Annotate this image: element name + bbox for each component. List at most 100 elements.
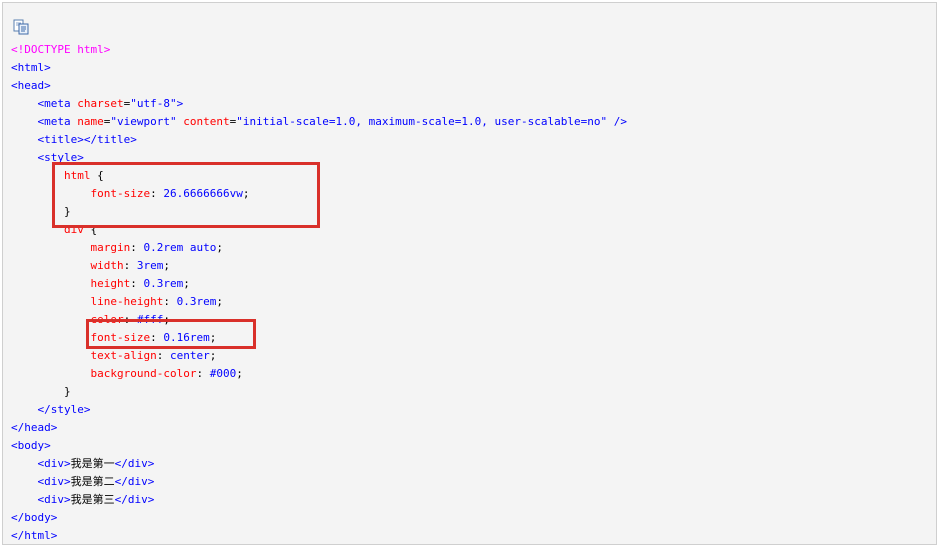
code-token: 我是第三 (70, 493, 115, 506)
code-token: 0.2rem auto (143, 241, 217, 254)
code-token: : (163, 295, 177, 308)
code-line: text-align: center; (11, 347, 627, 365)
code-line: line-height: 0.3rem; (11, 293, 627, 311)
code-line: </style> (11, 401, 627, 419)
code-line: background-color: #000; (11, 365, 627, 383)
code-line: <meta name="viewport" content="initial-s… (11, 113, 627, 131)
code-line: <meta charset="utf-8"> (11, 95, 627, 113)
code-line: color: #fff; (11, 311, 627, 329)
code-token: html (63, 169, 91, 182)
code-line: </head> (11, 419, 627, 437)
code-token: "initial-scale=1.0, maximum-scale=1.0, u… (236, 115, 608, 128)
code-token: 26.6666666vw (163, 187, 243, 200)
code-token: line-height (90, 295, 164, 308)
code-token: ; (183, 277, 190, 290)
code-token: center (169, 349, 210, 362)
code-token: div (63, 223, 84, 236)
code-token: <div> (37, 475, 71, 488)
code-line: <!DOCTYPE html> (11, 41, 627, 59)
code-token: <!DOCTYPE html> (11, 43, 111, 56)
code-line: <head> (11, 77, 627, 95)
code-line: width: 3rem; (11, 257, 627, 275)
code-token: 0.3rem (176, 295, 217, 308)
code-token: /> (613, 115, 627, 128)
code-token: <div> (37, 457, 71, 470)
code-token: ; (216, 295, 223, 308)
code-token: : (156, 349, 170, 362)
code-token: text-align (90, 349, 157, 362)
code-line: height: 0.3rem; (11, 275, 627, 293)
code-token: </div> (114, 493, 155, 506)
code-token: <html> (11, 61, 51, 74)
code-line: <div>我是第二</div> (11, 473, 627, 491)
code-line: </body> (11, 509, 627, 527)
code-line: margin: 0.2rem auto; (11, 239, 627, 257)
code-token: 我是第一 (70, 457, 115, 470)
code-token: background-color (90, 367, 197, 380)
code-token: 3rem (136, 259, 164, 272)
code-token: <meta (37, 115, 78, 128)
code-token: ; (236, 367, 243, 380)
code-token: </html> (11, 529, 58, 542)
code-token: <title></title> (37, 133, 137, 146)
code-line: <div>我是第一</div> (11, 455, 627, 473)
code-token: 0.3rem (143, 277, 184, 290)
code-token: : (150, 331, 164, 344)
code-line: <style> (11, 149, 627, 167)
code-token: > (176, 97, 184, 110)
code-token: : (150, 187, 164, 200)
code-token: { (90, 169, 104, 182)
code-token: : (123, 259, 137, 272)
code-token: </style> (37, 403, 91, 416)
code-token: </head> (11, 421, 58, 434)
code-token: ; (242, 187, 250, 200)
code-token: <div> (37, 493, 71, 506)
code-line: div { (11, 221, 627, 239)
code-token: "viewport" (110, 115, 177, 128)
code-line: <body> (11, 437, 627, 455)
code-line: font-size: 0.16rem; (11, 329, 627, 347)
code-token: "utf-8" (130, 97, 177, 110)
code-token: ; (163, 259, 170, 272)
code-token: : (123, 313, 137, 326)
code-token: : (130, 241, 144, 254)
code-token: font-size (90, 331, 151, 344)
code-token: ; (216, 241, 223, 254)
code-token: ; (209, 331, 217, 344)
code-line: <title></title> (11, 131, 627, 149)
code-token: charset (77, 97, 124, 110)
copy-code-button[interactable] (12, 18, 30, 36)
code-token: <head> (11, 79, 51, 92)
code-line: } (11, 203, 627, 221)
code-token: 我是第二 (70, 475, 115, 488)
code-token: } (11, 205, 71, 218)
code-token: </body> (11, 511, 58, 524)
code-line: } (11, 383, 627, 401)
code-token: font-size (90, 187, 151, 200)
code-token: name (77, 115, 104, 128)
code-token: margin (90, 241, 131, 254)
code-token: #000 (209, 367, 237, 380)
code-token: height (90, 277, 131, 290)
code-token: width (90, 259, 124, 272)
code-token: #fff (136, 313, 164, 326)
code-token: } (11, 385, 71, 398)
code-block: <!DOCTYPE html> <html> <head> <meta charse… (2, 2, 937, 545)
code-token: </div> (114, 457, 155, 470)
code-token: { (83, 223, 98, 236)
code-line: <html> (11, 59, 627, 77)
